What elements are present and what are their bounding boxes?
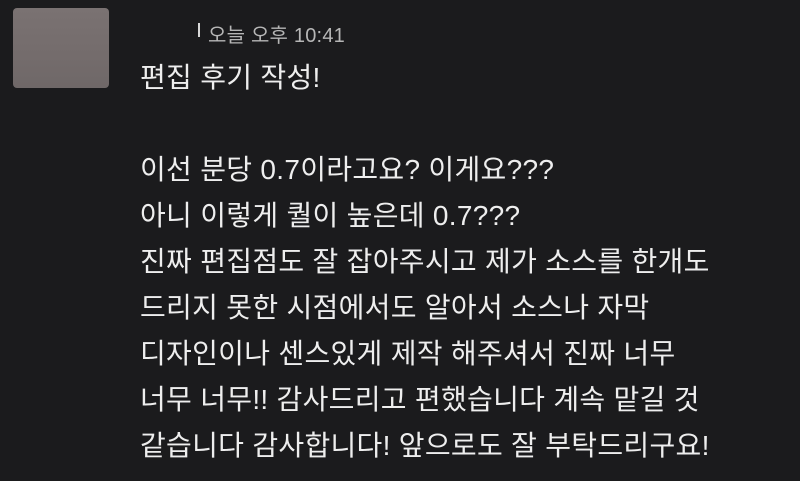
message-line: 같습니다 감사합니다! 앞으로도 잘 부탁드리구요! [140,430,710,461]
message-line: 진짜 편집점도 잘 잡아주시고 제가 소스를 한개도 [140,246,710,277]
message-line: 너무 너무!! 감사드리고 편했습니다 계속 맡길 것 [140,384,700,415]
sender-name-fragment [198,23,200,37]
avatar[interactable] [13,8,109,88]
message-line: 아니 이렇게 퀄이 높은데 0.7??? [140,200,521,231]
message-line: 드리지 못한 시점에서도 알아서 소스나 자막 [140,292,650,323]
message-line: 디자인이나 센스있게 제작 해주셔서 진짜 너무 [140,338,676,369]
message-body: 편집 후기 작성! 이선 분당 0.7이라고요? 이게요??? 아니 이렇게 퀄… [140,55,790,469]
message-line: 이선 분당 0.7이라고요? 이게요??? [140,154,555,185]
message-title: 편집 후기 작성! [140,62,321,93]
timestamp: 오늘 오후 10:41 [208,24,345,47]
sender-name-redacted [140,23,198,43]
message-header: 오늘 오후 10:41 [140,20,345,47]
